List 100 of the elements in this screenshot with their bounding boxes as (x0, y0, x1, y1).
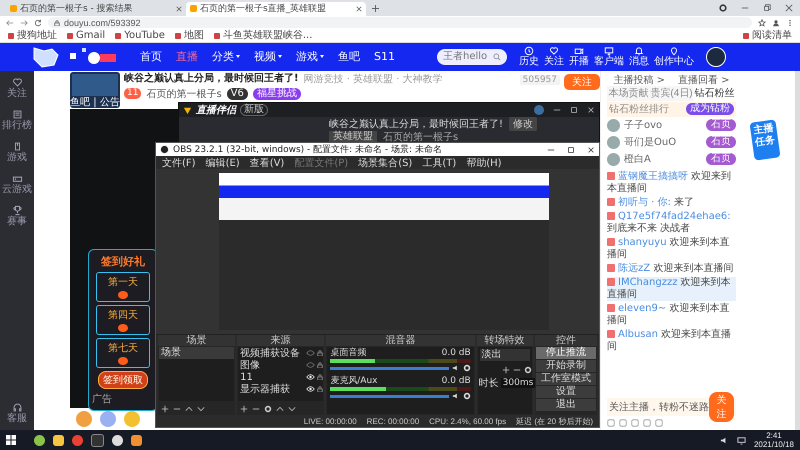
search-field[interactable]: 王者hello (436, 48, 507, 65)
fan-name[interactable]: 橙白A (624, 152, 702, 166)
sidebar-item[interactable]: 客服 (7, 402, 27, 424)
sidebar-item[interactable]: 赛事 (7, 204, 27, 227)
join-button[interactable]: 成为钻粉 (686, 103, 734, 116)
lock-icon[interactable] (317, 386, 324, 392)
reading-list-link[interactable]: 阅读清单 (743, 30, 792, 42)
bookmark-link[interactable]: 搜狗地址 (8, 30, 57, 42)
star-icon[interactable] (758, 18, 766, 27)
control-button[interactable]: 退出 (536, 399, 596, 411)
duration-field[interactable]: 300ms (500, 378, 536, 388)
close-icon[interactable] (587, 106, 595, 114)
toolbar-link[interactable]: 关注 (544, 46, 564, 68)
nav-tab[interactable]: 首页 (140, 49, 162, 64)
fan-name[interactable]: 子子ovo (624, 118, 702, 132)
app-icon[interactable] (131, 434, 142, 446)
up-icon[interactable] (185, 404, 193, 412)
browser-tab[interactable]: 石页的第一根子s直播_英雄联盟 (186, 2, 366, 16)
bookmark-link[interactable]: YouTube (115, 30, 165, 42)
source-item[interactable]: 视频捕获设备 (240, 346, 304, 360)
gear-icon[interactable] (719, 4, 727, 12)
nav-tab[interactable]: 分类 (212, 49, 240, 64)
up-icon[interactable] (276, 404, 284, 412)
transition-dropdown[interactable]: 淡出 (480, 349, 530, 361)
volume-slider[interactable] (330, 366, 449, 370)
toolbar-link[interactable]: 客户端 (594, 46, 624, 68)
address-bar[interactable]: douyu.com/593392 (48, 17, 752, 28)
control-button[interactable]: 停止推流 (536, 347, 596, 359)
version-tag[interactable]: 新版 (240, 104, 268, 116)
menu-item[interactable]: 场景集合(S) (358, 156, 412, 170)
source-item[interactable]: 图像 (240, 358, 304, 372)
toolbar-link[interactable]: 消息 (628, 46, 649, 68)
chat-tab[interactable]: 钻石粉丝 (693, 86, 736, 101)
source-item[interactable]: 显示器捕获 (240, 382, 304, 396)
menu-item[interactable]: 编辑(E) (206, 156, 240, 170)
task-badge[interactable]: 主播任务 (749, 119, 781, 160)
sidebar-item[interactable]: 排行榜 (2, 108, 32, 131)
bookmark-link[interactable]: Gmail (67, 30, 106, 42)
plus-icon[interactable] (372, 4, 379, 12)
sidebar-item[interactable]: 云游戏 (2, 172, 32, 195)
lock-icon[interactable] (317, 374, 324, 380)
sidebar-item[interactable]: 游戏 (7, 140, 27, 163)
forward-icon[interactable] (20, 18, 28, 27)
close-icon[interactable] (176, 6, 182, 12)
nav-tab[interactable]: 游戏 (296, 49, 324, 64)
tag[interactable]: 福星挑战 (252, 88, 301, 100)
ad-banner[interactable]: 签到好礼 第一天 第四天 第七天 签到领取 广告 (88, 248, 158, 411)
control-button[interactable]: 工作室模式 (536, 373, 596, 385)
settings-icon[interactable] (462, 392, 471, 400)
control-button[interactable]: 设置 (536, 386, 596, 398)
browser-tab[interactable]: 石页的第一根子s - 搜索结果 (6, 2, 186, 16)
chat-link[interactable]: 主播投稿 > (613, 72, 666, 86)
reload-icon[interactable] (34, 18, 42, 27)
bookmark-link[interactable]: 斗鱼英雄联盟峡谷... (214, 30, 312, 42)
nav-tab[interactable]: 鱼吧 (338, 49, 360, 64)
control-button[interactable]: 开始录制 (536, 360, 596, 372)
volume-slider[interactable] (330, 394, 449, 398)
profile-icon[interactable] (772, 18, 780, 27)
maximize-icon[interactable] (570, 106, 578, 114)
menu-item[interactable]: 查看(V) (250, 156, 284, 170)
app-icon[interactable] (53, 434, 64, 446)
tag[interactable]: V6 (226, 88, 248, 100)
menu-item[interactable]: 工具(T) (422, 156, 456, 170)
nav-tab[interactable]: S11 (374, 49, 395, 64)
avatar[interactable] (534, 105, 544, 115)
edit-button[interactable]: 修改 (509, 116, 538, 130)
streamer-name[interactable]: 石页的第一根子s (146, 86, 222, 101)
menu-item[interactable]: 帮助(H) (466, 156, 502, 170)
sidebar-item[interactable]: 关注 (7, 76, 27, 99)
close-icon[interactable] (587, 146, 595, 154)
menu-item[interactable]: 文件(F) (162, 156, 196, 170)
app-icon[interactable] (91, 434, 104, 447)
lock-icon[interactable] (317, 362, 324, 368)
settings-icon[interactable] (524, 366, 532, 374)
toolbar-link[interactable]: 开播 (568, 46, 589, 68)
bookmark-link[interactable]: 地图 (174, 30, 204, 42)
settings-icon[interactable] (264, 404, 272, 412)
system-clock[interactable]: 2:41 2021/10/18 (754, 431, 794, 450)
lock-icon[interactable] (317, 350, 324, 356)
settings-icon[interactable] (462, 364, 471, 372)
fan-name[interactable]: 哥们是OuO (624, 135, 702, 150)
nav-tab[interactable]: 视频 (254, 49, 282, 64)
claim-button[interactable]: 签到领取 (98, 370, 148, 389)
search-icon[interactable] (492, 52, 501, 61)
down-icon[interactable] (197, 404, 205, 412)
toolbar-link[interactable]: 历史 (518, 46, 539, 68)
user-avatar[interactable] (706, 46, 726, 67)
maximize-icon[interactable] (567, 146, 575, 154)
chat-link[interactable]: 直播回看 > (678, 72, 730, 86)
source-item[interactable]: 11 (240, 372, 304, 382)
close-icon[interactable] (356, 6, 362, 12)
scene-item[interactable]: 场景 (159, 347, 234, 359)
down-icon[interactable] (288, 404, 296, 412)
app-icon[interactable] (34, 434, 45, 446)
back-icon[interactable] (6, 18, 14, 27)
network-icon[interactable] (736, 436, 746, 445)
close-icon[interactable] (785, 4, 793, 12)
windows-icon[interactable] (6, 435, 16, 446)
restore-icon[interactable] (763, 4, 771, 12)
category-chip[interactable]: 英雄联盟 (329, 131, 377, 142)
